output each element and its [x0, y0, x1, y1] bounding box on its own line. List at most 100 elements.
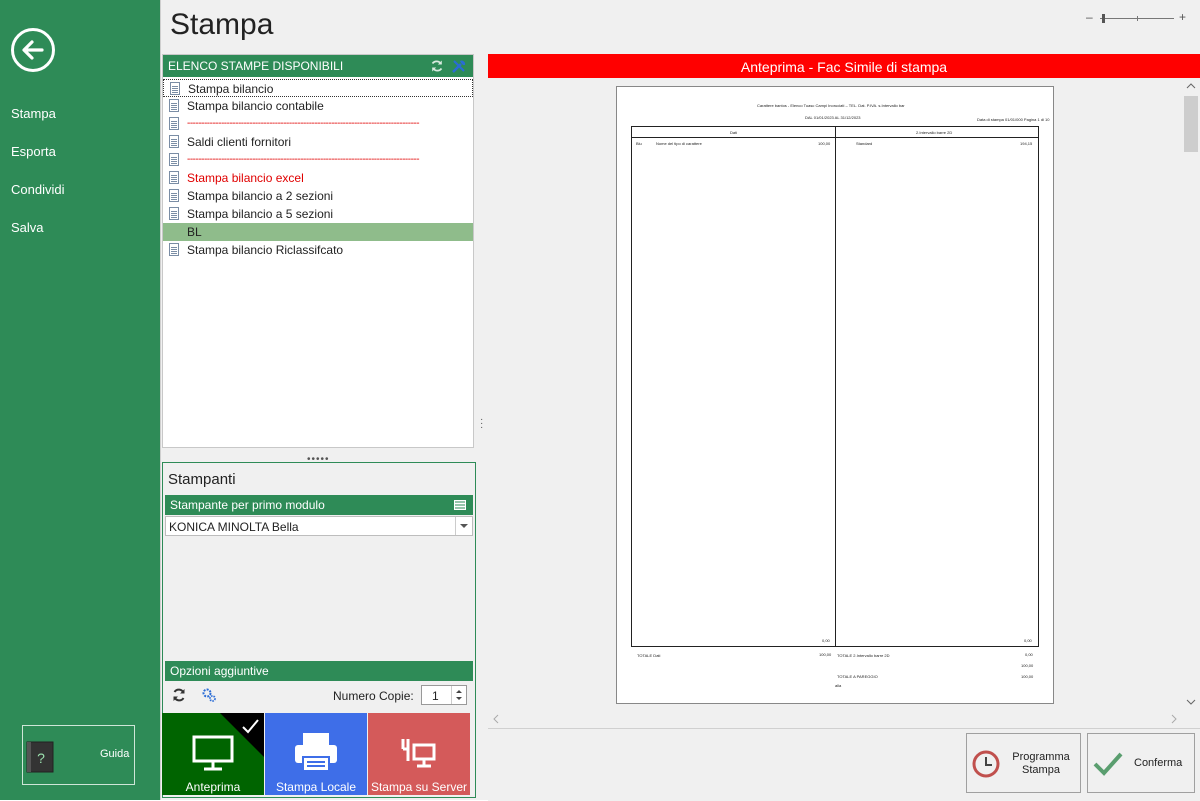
refresh-icon[interactable]: [171, 687, 187, 703]
list-item[interactable]: Stampa bilancio: [163, 79, 473, 97]
document-icon: [169, 117, 179, 130]
zoom-out-icon[interactable]: –: [1086, 10, 1093, 24]
sidebar-item-stampa[interactable]: Stampa: [11, 106, 56, 121]
printer-header-label: Stampante per primo modulo: [170, 498, 325, 512]
printer-header: Stampante per primo modulo: [165, 495, 473, 515]
doc-zero-left: 0,00: [822, 638, 830, 643]
document-icon: [169, 207, 179, 220]
list-item-separator[interactable]: ----------------------------------------…: [163, 115, 473, 133]
list-item[interactable]: Saldi clienti fornitori: [163, 133, 473, 151]
zoom-in-icon[interactable]: +: [1179, 10, 1186, 24]
doc-col-left: Dati: [730, 130, 738, 135]
document-icon: [169, 189, 179, 202]
sidebar-item-salva[interactable]: Salva: [11, 220, 44, 235]
list-item[interactable]: Stampa bilancio a 2 sezioni: [163, 187, 473, 205]
stepper-arrows-icon[interactable]: [452, 686, 466, 704]
doc-alla: alla: [835, 683, 842, 688]
doc-row-desc: Nome del tipo di carattere: [656, 141, 702, 146]
print-list-panel: ELENCO STAMPE DISPONIBILI Stampa bilanci…: [162, 54, 474, 448]
doc-total-left-value: 100,00: [819, 652, 832, 657]
copies-stepper[interactable]: 1: [421, 685, 467, 705]
schedule-print-label: Programma Stampa: [1012, 751, 1070, 776]
options-header-label: Opzioni aggiuntive: [170, 664, 269, 678]
printer-select-value: KONICA MINOLTA Bella: [169, 520, 299, 534]
server-print-tile-button[interactable]: Stampa su Server: [368, 713, 470, 795]
doc-row-right-desc: Standard: [856, 141, 873, 146]
printer-icon: [295, 733, 337, 772]
preview-tile-button[interactable]: Anteprima: [162, 713, 264, 795]
vertical-scrollbar[interactable]: [1182, 78, 1200, 710]
printer-settings-icon[interactable]: [453, 499, 467, 511]
copies-value[interactable]: 1: [432, 689, 439, 703]
back-arrow-icon[interactable]: [11, 28, 55, 72]
vertical-splitter[interactable]: · · ·: [480, 415, 484, 434]
local-print-tile-label: Stampa Locale: [275, 780, 357, 794]
zoom-thumb[interactable]: [1102, 14, 1105, 23]
sidebar-item-condividi[interactable]: Condividi: [11, 182, 64, 197]
doc-col-right: 2.Intervallo barre 2D: [916, 130, 953, 135]
options-header: Opzioni aggiuntive: [165, 661, 473, 681]
svg-text:?: ?: [37, 750, 45, 766]
preview-title-bar: Anteprima - Fac Simile di stampa: [488, 54, 1200, 78]
doc-zero-right: 0,00: [1024, 638, 1032, 643]
zoom-slider[interactable]: – +: [1086, 10, 1190, 28]
document-icon: [169, 243, 179, 256]
document-icon: [169, 171, 179, 184]
schedule-print-button[interactable]: Programma Stampa: [966, 733, 1081, 793]
doc-subheading: DAL 01/01/2023 AL 31/12/2023: [805, 115, 861, 120]
confirm-button[interactable]: Conferma: [1087, 733, 1195, 793]
doc-total-right-label: TOTALE 2.Intervallo barre 2D: [837, 653, 890, 658]
server-print-tile-label: Stampa su Server: [370, 780, 468, 794]
doc-row-code: Blu: [636, 141, 642, 146]
doc-extra-value: 100,00: [1021, 663, 1034, 668]
preview-tile-label: Anteprima: [185, 780, 241, 794]
preview-page: Carattere bantos - Elenco Tuasc Campi In…: [616, 86, 1054, 704]
list-item[interactable]: Stampa bilancio excel: [163, 169, 473, 187]
scroll-thumb[interactable]: [1184, 96, 1198, 152]
document-icon: [169, 99, 179, 112]
doc-passivo-label: TOTALE A PAREGGIO: [837, 674, 878, 679]
local-print-tile-button[interactable]: Stampa Locale: [265, 713, 367, 795]
checkmark-corner-icon: [220, 713, 264, 757]
panel-splitter[interactable]: •••••: [307, 454, 329, 465]
list-item-separator[interactable]: ----------------------------------------…: [163, 151, 473, 169]
help-label: Guida: [100, 748, 130, 760]
document-icon: [169, 135, 179, 148]
printer-select[interactable]: KONICA MINOLTA Bella: [165, 516, 473, 536]
print-list-header: ELENCO STAMPE DISPONIBILI: [163, 55, 473, 77]
doc-table: Dati 2.Intervallo barre 2D Blu Nome del …: [631, 126, 1039, 647]
doc-passivo-value: 100,00: [1021, 674, 1034, 679]
document-icon: [169, 153, 179, 166]
checkmark-icon: [1093, 752, 1123, 776]
printers-title: Stampanti: [168, 471, 236, 488]
scroll-down-icon[interactable]: [1182, 696, 1200, 708]
help-book-icon: ?: [26, 741, 54, 773]
doc-total-left-label: TOTALE Dati: [637, 653, 661, 658]
list-item[interactable]: Stampa bilancio contabile: [163, 97, 473, 115]
scroll-up-icon[interactable]: [1182, 80, 1200, 92]
page-title: Stampa: [170, 8, 274, 41]
horizontal-scrollbar[interactable]: [488, 710, 1182, 728]
sidebar-item-esporta[interactable]: Esporta: [11, 144, 56, 159]
list-item-highlighted[interactable]: BL: [163, 223, 473, 241]
list-item[interactable]: Stampa bilancio a 5 sezioni: [163, 205, 473, 223]
help-button[interactable]: ? Guida: [22, 725, 135, 785]
tools-icon[interactable]: [451, 58, 467, 74]
doc-total-right-value: 0,00: [1025, 652, 1033, 657]
confirm-label: Conferma: [1134, 757, 1183, 769]
sidebar: Stampa Esporta Condividi Salva ? Guida: [0, 0, 160, 800]
print-list-title: ELENCO STAMPE DISPONIBILI: [168, 59, 344, 73]
scroll-left-icon[interactable]: [490, 710, 502, 728]
gears-icon[interactable]: [201, 687, 217, 703]
list-item[interactable]: Stampa bilancio Riclassifcato: [163, 241, 473, 259]
refresh-icon[interactable]: [430, 59, 444, 73]
chevron-down-icon[interactable]: [455, 517, 472, 535]
doc-row-val-right: 194,15: [1020, 141, 1033, 146]
copies-label: Numero Copie:: [333, 689, 414, 703]
doc-heading: Carattere bantos - Elenco Tuasc Campi In…: [757, 103, 905, 108]
document-icon: [170, 82, 180, 95]
doc-page-info: Data di stampa 01/01/000 Pagina 1 di 10: [977, 117, 1050, 122]
clock-icon: [972, 750, 1000, 778]
doc-row-val-left: 100,00: [818, 141, 831, 146]
scroll-right-icon[interactable]: [1168, 710, 1180, 728]
